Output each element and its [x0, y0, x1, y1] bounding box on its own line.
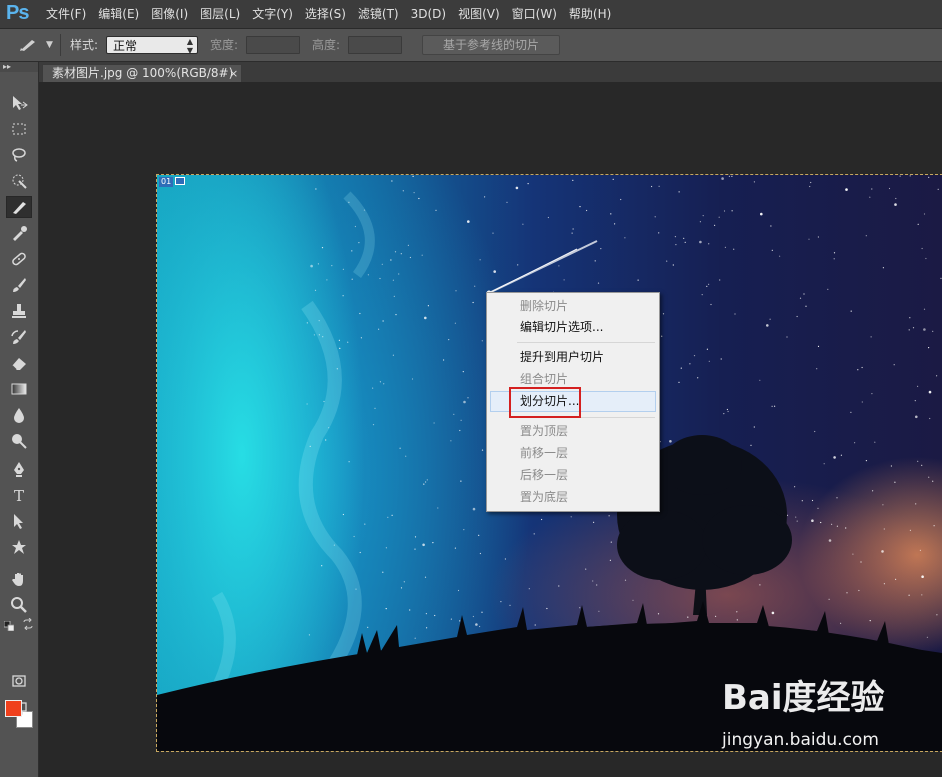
custom-shape-tool[interactable] [6, 536, 32, 558]
blur-tool[interactable] [6, 404, 32, 426]
slice-context-menu: 删除切片 编辑切片选项... 提升到用户切片 组合切片 划分切片... 置为顶层… [486, 292, 660, 512]
menu-delete-slice[interactable]: 删除切片 [490, 296, 656, 317]
clone-stamp-tool[interactable] [6, 300, 32, 322]
baidu-watermark: Bai度经验 jingyan.baidu.com [722, 678, 942, 758]
gradient-icon [11, 383, 27, 395]
menu-list: 文件(F) 编辑(E) 图像(I) 图层(L) 文字(Y) 选择(S) 滤镜(T… [40, 0, 617, 28]
watermark-logo: Bai度经验 [722, 678, 885, 718]
collapse-icon[interactable]: ▸▸ [0, 62, 38, 72]
quick-mask-button[interactable] [6, 670, 32, 692]
style-select-value: 正常 [113, 39, 138, 53]
menu-bar: Ps 文件(F) 编辑(E) 图像(I) 图层(L) 文字(Y) 选择(S) 滤… [0, 0, 942, 29]
brush-icon [13, 278, 26, 292]
path-select-icon [14, 514, 23, 529]
slice-number: 01 [159, 177, 174, 187]
style-label: 样式: [70, 38, 99, 52]
dodge-tool[interactable] [6, 430, 32, 452]
document-tab-title: 素材图片.jpg @ 100%(RGB/8#) [52, 66, 234, 80]
hand-tool[interactable] [6, 568, 32, 590]
slice-image-icon [175, 177, 186, 185]
eyedropper-tool[interactable] [6, 222, 32, 244]
menu-type[interactable]: 文字(Y) [246, 0, 299, 28]
menu-layer[interactable]: 图层(L) [194, 0, 246, 28]
move-icon [13, 96, 28, 110]
eyedropper-icon [13, 226, 27, 241]
watermark-url: jingyan.baidu.com [722, 730, 879, 750]
eraser-icon [11, 358, 26, 371]
gradient-tool[interactable] [6, 378, 32, 400]
zoom-icon [11, 597, 27, 613]
healing-brush-tool[interactable] [6, 248, 32, 270]
slices-from-guides-button[interactable]: 基于参考线的切片 [422, 35, 560, 55]
tools-panel: ▸▸ T [0, 62, 39, 777]
menu-send-backward[interactable]: 后移一层 [490, 465, 656, 486]
menu-file[interactable]: 文件(F) [40, 0, 92, 28]
pen-tool[interactable] [6, 458, 32, 480]
width-label: 宽度: [210, 38, 239, 52]
menu-edit[interactable]: 编辑(E) [92, 0, 145, 28]
divider [60, 34, 61, 56]
menu-send-to-back[interactable]: 置为底层 [490, 487, 656, 508]
menu-bring-forward[interactable]: 前移一层 [490, 443, 656, 464]
menu-promote-to-user-slice[interactable]: 提升到用户切片 [490, 347, 656, 368]
style-select[interactable]: 正常 ▲ ▼ [106, 36, 198, 55]
slice-icon [13, 202, 26, 214]
move-tool[interactable] [6, 92, 32, 114]
menu-combine-slices[interactable]: 组合切片 [490, 369, 656, 390]
quick-select-tool[interactable] [6, 170, 32, 192]
zoom-tool[interactable] [6, 594, 32, 616]
rect-marquee-icon [12, 123, 26, 135]
options-bar: ▼ 样式: 正常 ▲ ▼ 宽度: 高度: 基于参考线的切片 [0, 29, 942, 62]
pen-icon [14, 462, 24, 477]
hand-icon [12, 573, 23, 586]
menu-view[interactable]: 视图(V) [452, 0, 506, 28]
menu-select[interactable]: 选择(S) [299, 0, 352, 28]
height-input[interactable] [348, 36, 402, 54]
marquee-tool[interactable] [6, 118, 32, 140]
menu-3d[interactable]: 3D(D) [405, 0, 452, 28]
shape-icon [12, 540, 26, 554]
eraser-tool[interactable] [6, 352, 32, 374]
history-brush-tool[interactable] [6, 326, 32, 348]
preset-dropdown-icon[interactable]: ▼ [46, 37, 53, 53]
menu-image[interactable]: 图像(I) [145, 0, 194, 28]
slice-tool-preset-icon[interactable] [18, 37, 40, 53]
dodge-icon [12, 434, 27, 449]
quick-select-icon [12, 174, 27, 189]
slice-tool[interactable] [6, 196, 32, 218]
type-tool[interactable]: T [6, 484, 32, 506]
menu-filter[interactable]: 滤镜(T) [352, 0, 405, 28]
path-selection-tool[interactable] [6, 510, 32, 532]
close-tab-icon[interactable]: × [229, 65, 238, 82]
default-colors-icon[interactable] [3, 620, 15, 632]
menu-divide-slice[interactable]: 划分切片... [490, 391, 656, 412]
width-input[interactable] [246, 36, 300, 54]
swap-colors-icon[interactable] [22, 617, 34, 631]
select-arrows-icon: ▲ ▼ [186, 37, 193, 55]
menu-edit-slice-options[interactable]: 编辑切片选项... [490, 317, 656, 338]
foreground-color-swatch[interactable] [5, 700, 22, 717]
document-tab-strip: 素材图片.jpg @ 100%(RGB/8#) × [39, 62, 942, 82]
menu-window[interactable]: 窗口(W) [506, 0, 563, 28]
app-logo: Ps [6, 2, 29, 24]
svg-text:T: T [14, 487, 24, 504]
quick-mask-icon [12, 675, 26, 687]
menu-help[interactable]: 帮助(H) [563, 0, 617, 28]
height-label: 高度: [312, 38, 341, 52]
brush-tool[interactable] [6, 274, 32, 296]
menu-separator [517, 342, 655, 343]
slice-badge: 01 [159, 177, 186, 187]
history-brush-icon [11, 330, 26, 344]
lasso-icon [12, 148, 26, 162]
document-tab[interactable]: 素材图片.jpg @ 100%(RGB/8#) × [42, 64, 242, 82]
lasso-tool[interactable] [6, 144, 32, 166]
menu-bring-to-front[interactable]: 置为顶层 [490, 421, 656, 442]
blur-icon [14, 408, 24, 423]
stamp-icon [12, 304, 26, 318]
type-icon: T [14, 487, 24, 504]
menu-separator [517, 417, 655, 418]
healing-brush-icon [12, 252, 26, 266]
